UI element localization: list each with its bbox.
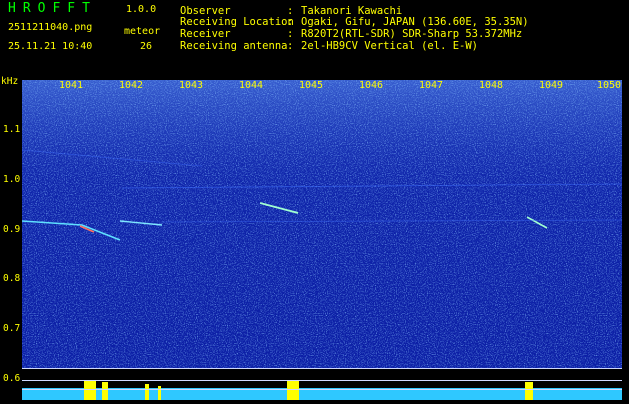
app-version: 1.0.0 [126,4,157,15]
signal-peak [145,384,149,400]
x-tick-label: 1044 [239,80,264,91]
x-tick-label: 1049 [539,80,564,91]
location-colon: : [287,16,294,28]
antenna-key: Receiving antenna [180,40,288,52]
x-tick-label: 1045 [299,80,324,91]
strip-border-top [22,368,622,369]
x-tick-label: 1047 [419,80,444,91]
signal-peak [287,380,299,400]
antenna-colon: : [287,40,294,52]
header-panel: HROFFT 1.0.0 2511211040.png meteor 25.11… [0,0,629,80]
x-tick-label: 1050 [597,80,622,91]
meteor-count: 26 [140,41,153,52]
location-value: Ogaki, Gifu, JAPAN (136.60E, 35.35N) [301,16,529,28]
signal-strength-canvas [22,380,622,400]
receiver-key: Receiver [180,28,231,40]
y-axis-unit: kHz [1,76,19,87]
location-key: Receiving Location [180,16,294,28]
y-tick-label: 0.6 [3,373,21,384]
y-tick-label: 0.9 [3,224,21,235]
app-logo: HROFFT [8,1,97,16]
spectrogram-canvas [22,80,622,368]
y-tick-label: 0.8 [3,273,21,284]
right-margin [622,80,629,400]
x-tick-label: 1046 [359,80,384,91]
file-name: 2511211040.png [8,22,93,33]
date-time: 25.11.21 10:40 [8,41,93,52]
x-tick-label: 1042 [119,80,144,91]
signal-peak [525,382,533,400]
y-tick-label: 1.1 [3,124,21,135]
x-tick-label: 1048 [479,80,504,91]
signal-peak [102,382,108,400]
receiver-colon: : [287,28,294,40]
receiver-value: R820T2(RTL-SDR) SDR-Sharp 53.372MHz [301,28,523,40]
x-tick-label: 1041 [59,80,84,91]
y-tick-label: 0.7 [3,323,21,334]
antenna-value: 2el-HB9CV Vertical (el. E-W) [301,40,479,52]
y-tick-label: 1.0 [3,174,21,185]
strip-threshold-line [22,380,622,381]
signal-peak [84,380,96,400]
signal-strength-strip [22,368,622,400]
strip-threshold-line [22,389,622,390]
plot-noise [22,80,622,368]
spectrogram [22,80,622,368]
meteor-label: meteor [124,26,161,37]
x-tick-label: 1043 [179,80,204,91]
